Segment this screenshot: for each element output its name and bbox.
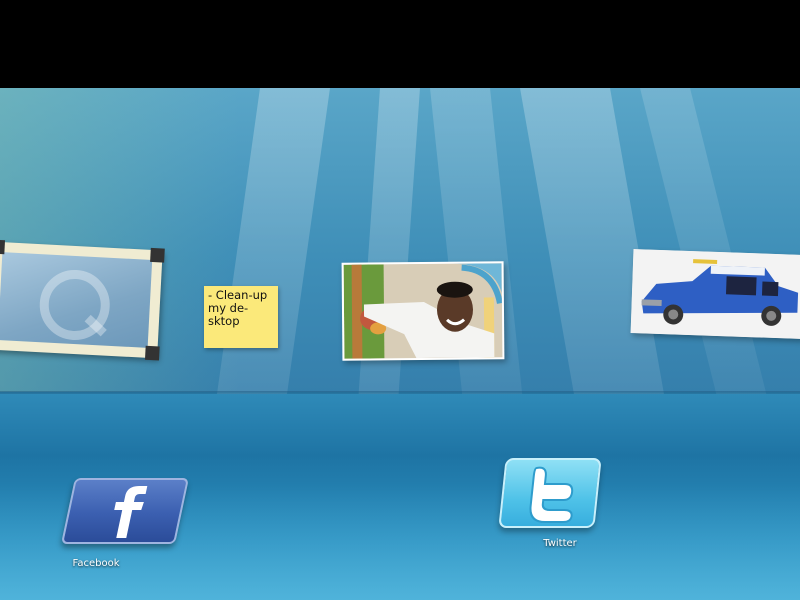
- frame-corner: [150, 247, 165, 263]
- person-photo[interactable]: [341, 261, 505, 361]
- facebook-f-glyph: [114, 486, 148, 538]
- sticky-note[interactable]: - Clean-up my de-sktop: [204, 286, 278, 348]
- frame-glass: [0, 252, 153, 348]
- facebook-label: Facebook: [72, 558, 120, 569]
- 3d-desktop-room: - Clean-up my de-sktop Facebook Twitter: [0, 88, 800, 600]
- toy-car-photo[interactable]: [630, 249, 800, 339]
- twitter-icon[interactable]: [498, 458, 602, 528]
- picture-frame[interactable]: [0, 239, 165, 361]
- facebook-icon[interactable]: [60, 478, 190, 544]
- twitter-app[interactable]: Twitter: [500, 538, 620, 549]
- photo-scene: [343, 263, 503, 359]
- toy-car-image: [630, 249, 800, 339]
- facebook-app[interactable]: Facebook: [36, 558, 156, 569]
- top-black-bar: [0, 0, 800, 88]
- twitter-t-glyph: [529, 466, 574, 523]
- person-photo-image: [343, 263, 503, 359]
- frame-corner: [0, 239, 6, 255]
- sticky-note-text: - Clean-up my de-sktop: [208, 288, 268, 328]
- frame-corner: [144, 345, 160, 361]
- twitter-label: Twitter: [543, 538, 577, 549]
